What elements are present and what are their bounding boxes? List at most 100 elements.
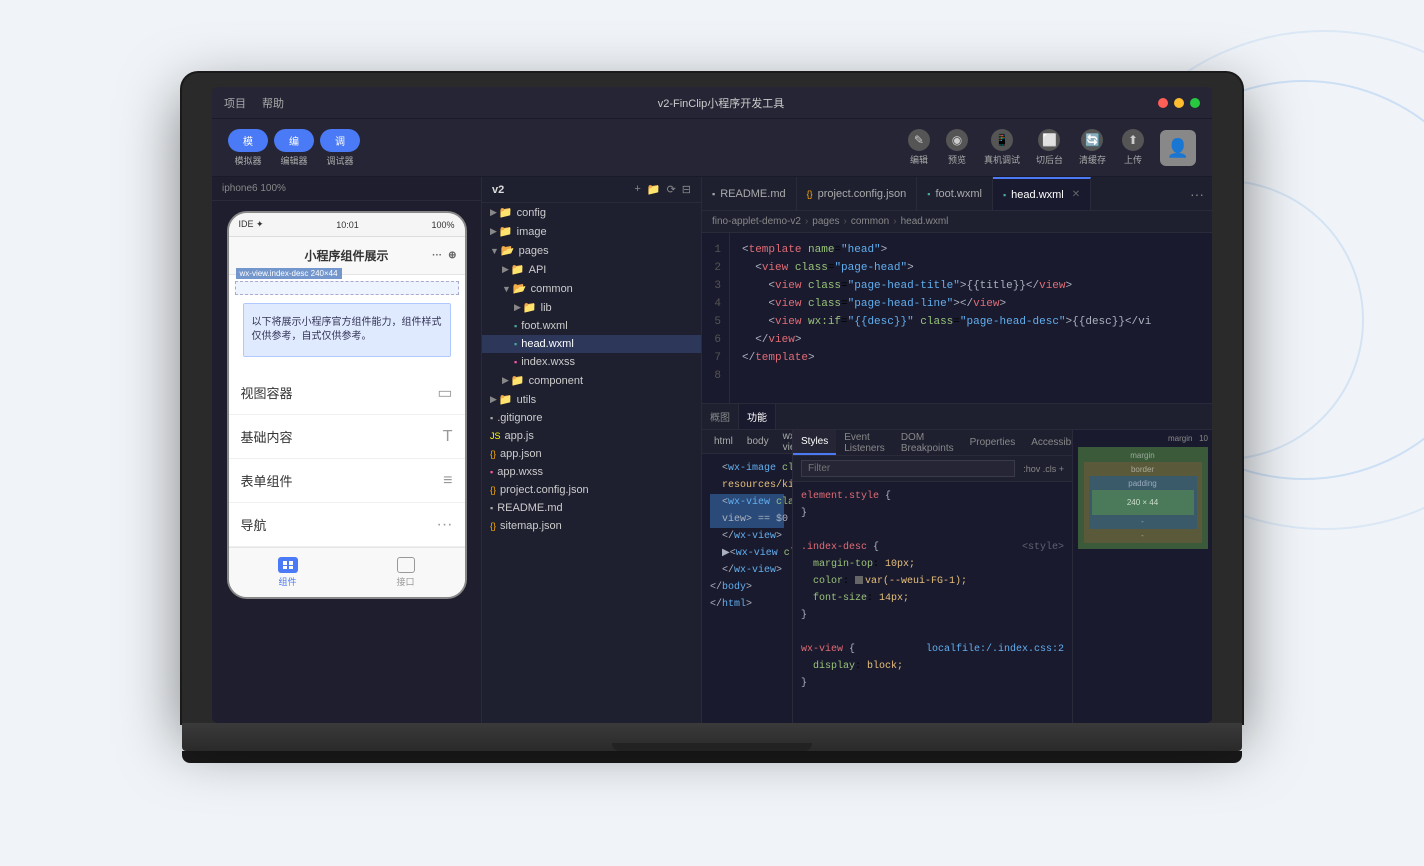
- file-refresh-icon[interactable]: ⟳: [667, 183, 676, 196]
- bottom-nav-components-label: 组件: [278, 575, 296, 588]
- box-model: margin border padding 240 × 44 -: [1078, 447, 1208, 549]
- clear-cache-icon: 🔄: [1081, 129, 1103, 151]
- phone-status-right: 100%: [431, 220, 454, 230]
- bottom-nav-api-label: 接口: [396, 575, 414, 588]
- code-line-4: <view class="page-head-line"></view>: [742, 295, 1200, 313]
- devtools-tab-console[interactable]: 功能: [739, 404, 776, 429]
- html-line-5: </wx-view>: [710, 528, 784, 545]
- tab-foot-wxml[interactable]: ▪ foot.wxml: [917, 177, 993, 210]
- code-line-7: </template>: [742, 349, 1200, 367]
- tab-project-config[interactable]: {} project.config.json: [797, 177, 918, 210]
- action-clear-cache[interactable]: 🔄 清缓存: [1079, 129, 1106, 166]
- editor-panel: ▪ README.md {} project.config.json ▪ foo…: [702, 177, 1212, 723]
- styles-tab-properties[interactable]: Properties: [962, 430, 1024, 455]
- file-item-appjson[interactable]: {} app.json: [482, 445, 701, 463]
- toolbar-actions: ✎ 编辑 ◉ 预览 📱 真机调试 ⬜ 切后台: [908, 129, 1196, 166]
- phone-content-area: wx-view.index-desc 240×44 以下将展示小程序官方组件能力…: [229, 275, 465, 371]
- element-wx-view-index[interactable]: wx-view.index: [779, 430, 792, 454]
- file-item-readme[interactable]: ▪ README.md: [482, 499, 701, 517]
- laptop: 项目 帮助 v2-FinClip小程序开发工具 模: [182, 73, 1242, 793]
- nav-item-1[interactable]: 基础内容 T: [229, 415, 465, 459]
- file-item-index-wxss[interactable]: ▪ index.wxss: [482, 353, 701, 371]
- action-upload[interactable]: ⬆ 上传: [1122, 129, 1144, 166]
- phone-bottom-nav: 组件 接口: [229, 547, 465, 597]
- file-item-lib[interactable]: ▶📁 lib: [482, 298, 701, 317]
- file-item-component[interactable]: ▶📁 component: [482, 371, 701, 390]
- phone-highlight-text: 以下将展示小程序官方组件能力，组件样式仅供参考，自式仅供参考。: [252, 316, 442, 344]
- nav-item-3[interactable]: 导航 ···: [229, 503, 465, 547]
- minimize-button[interactable]: [1174, 98, 1184, 108]
- menu-project[interactable]: 项目: [224, 95, 246, 111]
- styles-tab-event-listeners[interactable]: Event Listeners: [836, 430, 893, 455]
- maximize-button[interactable]: [1190, 98, 1200, 108]
- element-body[interactable]: body: [743, 434, 773, 449]
- file-item-foot-wxml[interactable]: ▪ foot.wxml: [482, 317, 701, 335]
- nav-item-0[interactable]: 视图容器 ▭: [229, 371, 465, 415]
- nav-item-2[interactable]: 表单组件 ≡: [229, 459, 465, 503]
- file-item-head-wxml[interactable]: ▪ head.wxml: [482, 335, 701, 353]
- css-panel: Styles Event Listeners DOM Breakpoints P…: [792, 430, 1072, 723]
- tab-head-wxml[interactable]: ▪ head.wxml ✕: [993, 177, 1091, 210]
- devtools-tab-elements[interactable]: 概图: [702, 404, 739, 429]
- element-html[interactable]: html: [710, 434, 737, 449]
- file-item-gitignore[interactable]: ▪ .gitignore: [482, 409, 701, 427]
- css-filter-input[interactable]: [801, 460, 1015, 477]
- html-line-3: <wx-view class="index-desc">以下将展示小程序官方组件…: [710, 494, 784, 511]
- breadcrumb-pages: pages: [812, 216, 839, 227]
- box-border: border padding 240 × 44 - -: [1084, 462, 1202, 543]
- phone-component-indicator: wx-view.index-desc 240×44: [235, 281, 459, 295]
- file-item-pages[interactable]: ▼📂 pages: [482, 241, 701, 260]
- debugger-label: 调试器: [326, 154, 353, 167]
- device-debug-label: 真机调试: [984, 153, 1020, 166]
- breadcrumb-common: common: [851, 216, 889, 227]
- line-numbers: 123 456 78: [702, 233, 730, 403]
- styles-tab-dom-breakpoints[interactable]: DOM Breakpoints: [893, 430, 962, 455]
- file-item-api[interactable]: ▶📁 API: [482, 260, 701, 279]
- action-preview[interactable]: ◉ 预览: [946, 129, 968, 166]
- styles-tab-styles[interactable]: Styles: [793, 430, 836, 455]
- tab-close-icon[interactable]: ✕: [1072, 189, 1080, 200]
- phone-title: 小程序组件展示: [304, 247, 388, 264]
- simulator-button[interactable]: 模: [228, 129, 268, 152]
- action-edit[interactable]: ✎ 编辑: [908, 129, 930, 166]
- debugger-button[interactable]: 调: [320, 129, 360, 152]
- user-avatar[interactable]: 👤: [1160, 130, 1196, 166]
- phone-action-more[interactable]: ···: [432, 250, 442, 261]
- file-item-common[interactable]: ▼📂 common: [482, 279, 701, 298]
- tab-readme[interactable]: ▪ README.md: [702, 177, 797, 210]
- code-content[interactable]: 123 456 78 <template name="head"> <view …: [702, 233, 1212, 403]
- file-item-sitemap[interactable]: {} sitemap.json: [482, 517, 701, 535]
- file-new-icon[interactable]: +: [634, 183, 640, 196]
- box-content: 240 × 44: [1092, 490, 1194, 515]
- bottom-nav-components[interactable]: 组件: [229, 557, 347, 588]
- close-button[interactable]: [1158, 98, 1168, 108]
- action-background[interactable]: ⬜ 切后台: [1036, 129, 1063, 166]
- laptop-base: [182, 723, 1242, 751]
- file-item-appwxss[interactable]: ▪ app.wxss: [482, 463, 701, 481]
- bottom-nav-api[interactable]: 接口: [347, 557, 465, 588]
- phone-status-time: 10:01: [336, 220, 359, 230]
- box-padding-bottom: -: [1092, 517, 1194, 526]
- nav-title-1: 基础内容: [241, 427, 293, 446]
- file-item-appjs[interactable]: JS app.js: [482, 427, 701, 445]
- menu-help[interactable]: 帮助: [262, 95, 284, 111]
- code-line-3: <view class="page-head-title">{{title}}<…: [742, 277, 1200, 295]
- file-item-image[interactable]: ▶📁 image: [482, 222, 701, 241]
- devtools-panel: 概图 功能 html body wx-v: [702, 403, 1212, 723]
- phone-header-actions: ··· ⊕: [432, 250, 456, 261]
- action-device-debug[interactable]: 📱 真机调试: [984, 129, 1020, 166]
- nav-icon-2: ≡: [443, 472, 452, 490]
- file-item-project-config[interactable]: {} project.config.json: [482, 481, 701, 499]
- file-folder-icon[interactable]: 📁: [647, 183, 661, 196]
- file-item-utils[interactable]: ▶📁 utils: [482, 390, 701, 409]
- phone-action-close[interactable]: ⊕: [448, 250, 456, 261]
- editor-button[interactable]: 编: [274, 129, 314, 152]
- styles-tab-accessibility[interactable]: Accessibility: [1023, 430, 1072, 455]
- file-collapse-icon[interactable]: ⊟: [682, 183, 691, 196]
- tab-more-button[interactable]: ···: [1182, 177, 1212, 210]
- preview-label: 预览: [948, 153, 966, 166]
- phone-highlight: 以下将展示小程序官方组件能力，组件样式仅供参考，自式仅供参考。: [243, 303, 451, 357]
- file-item-config[interactable]: ▶📁 config: [482, 203, 701, 222]
- element-selector: html body wx-view.index wx-view.index-hd…: [702, 430, 792, 454]
- code-editor: 123 456 78 <template name="head"> <view …: [702, 233, 1212, 723]
